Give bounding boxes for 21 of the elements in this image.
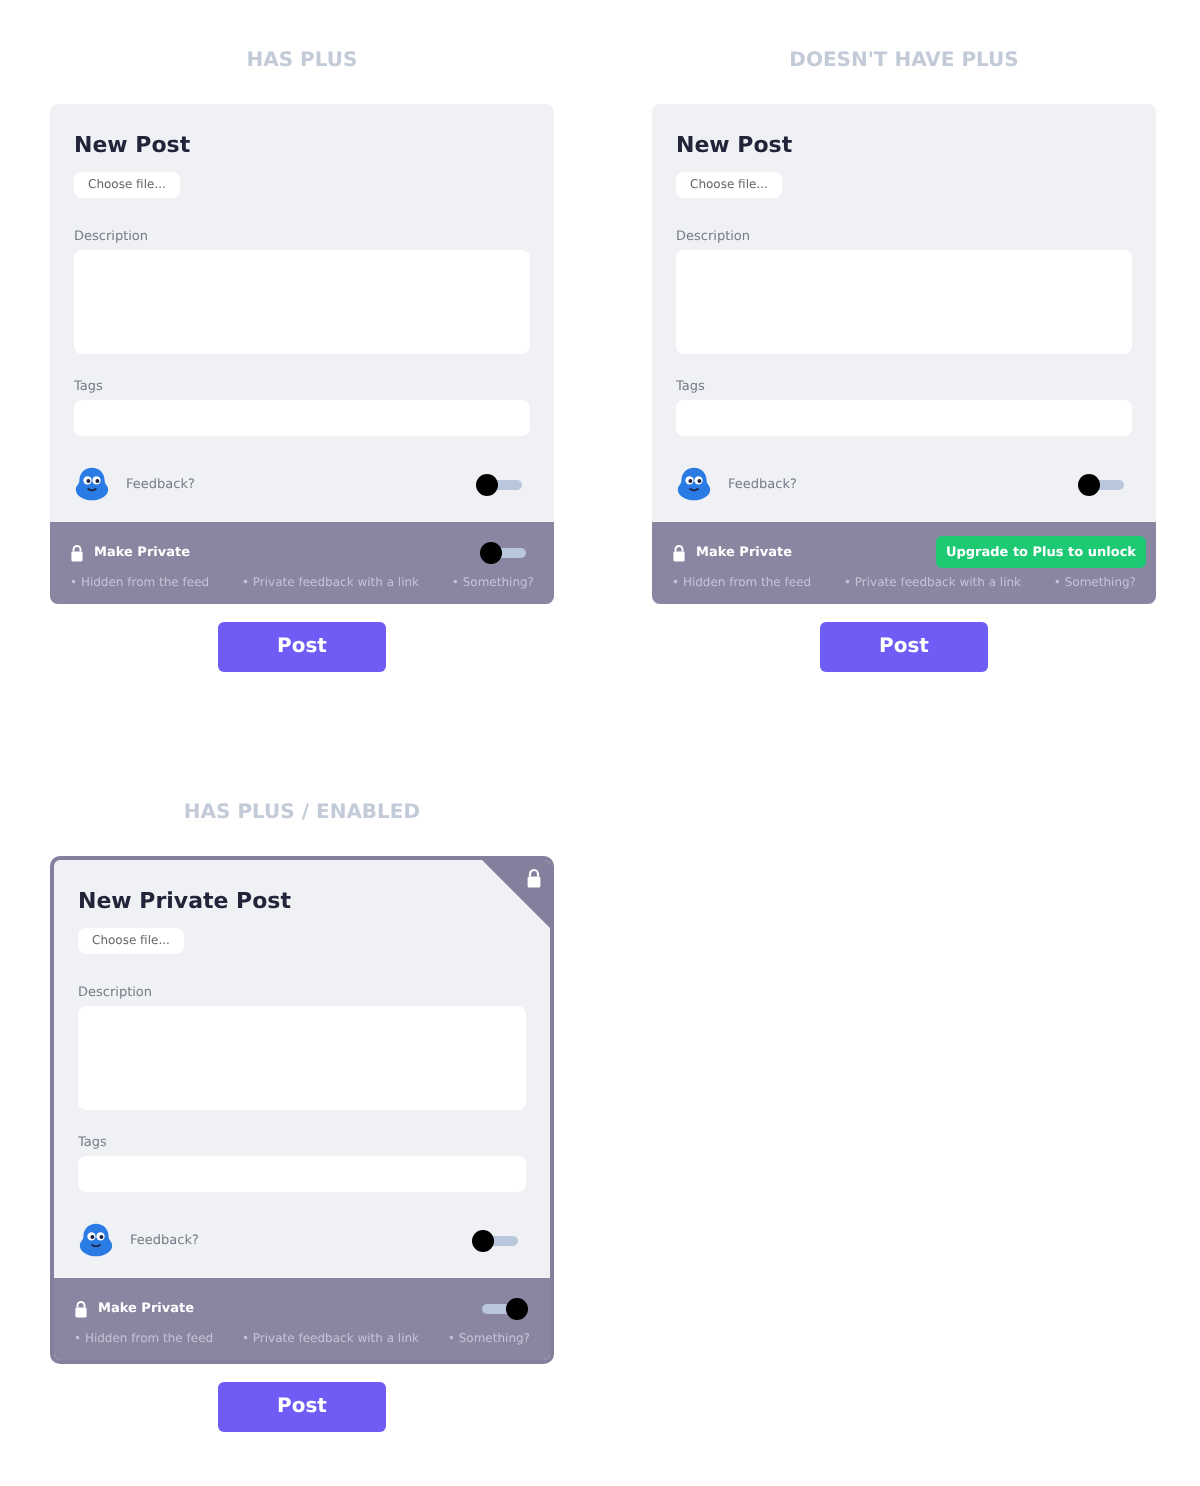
blob-avatar-icon — [676, 466, 712, 502]
section-heading: HAS PLUS / ENABLED — [183, 799, 421, 827]
blob-avatar-icon — [74, 466, 110, 502]
lock-icon — [70, 543, 84, 561]
make-private-toggle[interactable] — [482, 1303, 522, 1313]
blob-avatar-icon — [78, 1222, 114, 1258]
section-heading: HAS PLUS — [246, 47, 358, 75]
section-heading: DOESN'T HAVE PLUS — [789, 47, 1019, 75]
post-button[interactable]: Post — [218, 1382, 386, 1432]
post-title: New Private Post — [78, 888, 291, 914]
lock-icon — [672, 543, 686, 561]
lock-icon — [526, 868, 542, 888]
lock-icon — [74, 1299, 88, 1317]
post-title: New Post — [676, 132, 793, 158]
feedback-toggle[interactable] — [1084, 479, 1124, 489]
post-button[interactable]: Post — [218, 622, 386, 672]
post-button[interactable]: Post — [820, 622, 988, 672]
feedback-toggle[interactable] — [482, 479, 522, 489]
make-private-toggle[interactable] — [486, 547, 526, 557]
feedback-toggle[interactable] — [478, 1235, 518, 1245]
post-title: New Post — [74, 132, 191, 158]
